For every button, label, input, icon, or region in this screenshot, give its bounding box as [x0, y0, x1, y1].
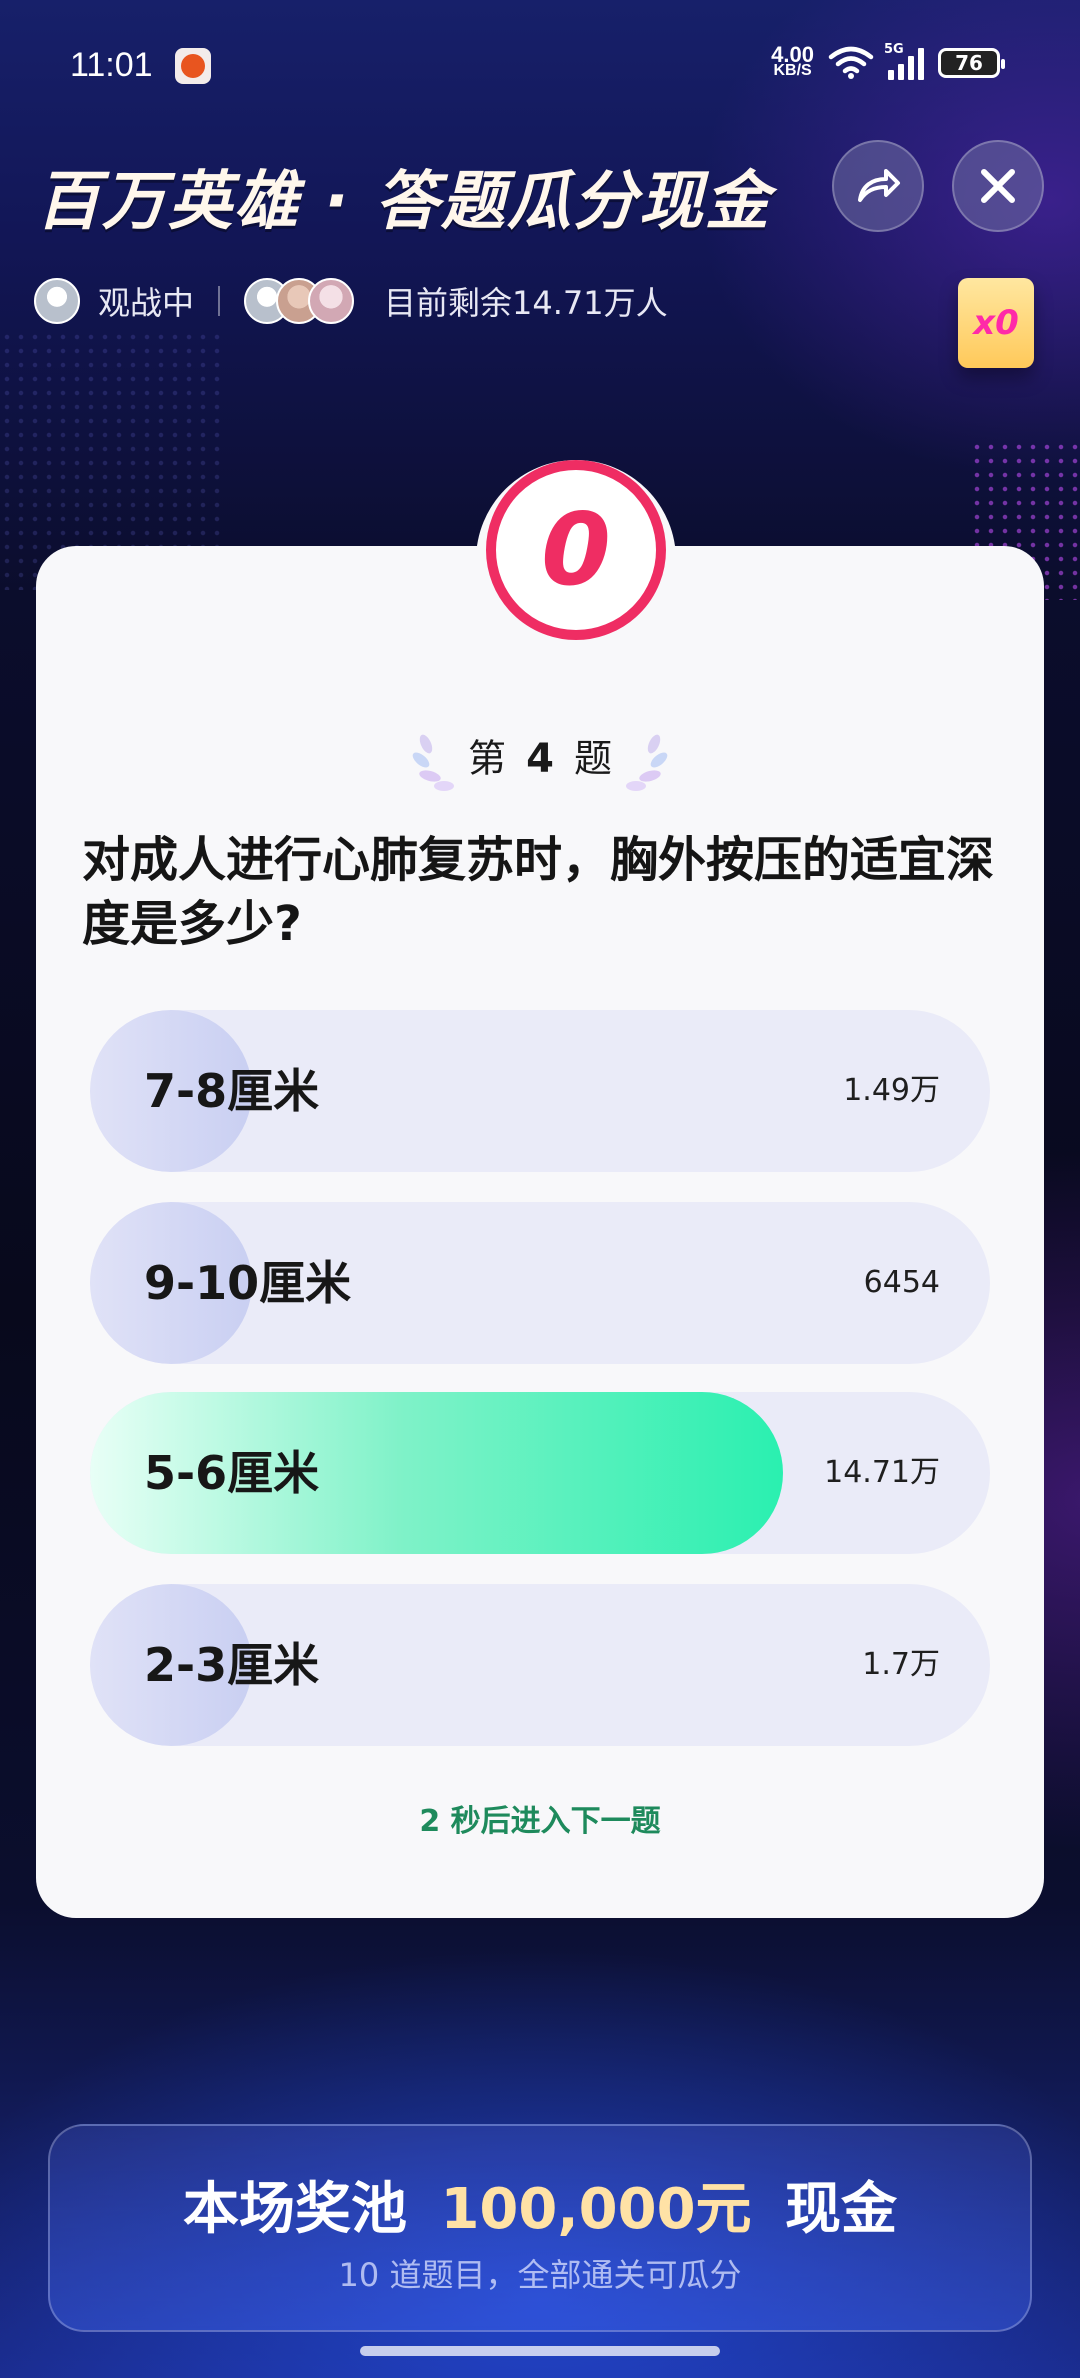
prize-pool-banner: 本场奖池 100,000元 现金 10 道题目，全部通关可瓜分 [48, 2124, 1032, 2332]
question-text: 对成人进行心肺复苏时，胸外按压的适宜深度是多少? [82, 832, 995, 952]
cellular-signal-icon: 5G [884, 42, 924, 80]
wifi-icon [828, 46, 874, 80]
answer-option[interactable]: 9-10厘米 6454 [90, 1202, 990, 1364]
prize-prefix: 本场奖池 [182, 2177, 407, 2242]
share-button[interactable] [832, 140, 924, 232]
laurel-right-icon [626, 734, 668, 791]
battery-level: 76 [955, 51, 983, 75]
next-hint-text: 秒后进入下一题 [450, 1804, 661, 1839]
network-speed-value: 4.00 [771, 42, 814, 67]
battery-icon: 76 [938, 48, 1005, 78]
status-time: 11:01 [70, 46, 153, 84]
answer-count: 1.7万 [862, 1647, 940, 1682]
question-prefix: 第 [467, 736, 506, 781]
status-indicators: 4.00 KB/S 5G 76 [771, 42, 1005, 80]
avatar [34, 278, 80, 324]
answer-label: 5-6厘米 [144, 1446, 320, 1500]
network-speed-unit: KB/S [773, 62, 812, 79]
question-number-value: 4 [526, 735, 554, 782]
close-button[interactable] [952, 140, 1044, 232]
remaining-label: 目前剩余 [384, 284, 513, 322]
answer-label: 7-8厘米 [144, 1064, 320, 1118]
page-title: 百万英雄 · 答题瓜分现金 [36, 165, 771, 239]
prize-suffix: 现金 [785, 2177, 898, 2242]
app-notification-icon [175, 48, 211, 84]
prize-subtitle: 10 道题目，全部通关可瓜分 [338, 2256, 742, 2294]
close-icon [981, 169, 1015, 203]
share-arrow-icon [858, 169, 900, 202]
answer-option-correct[interactable]: 5-6厘米 14.71万 [90, 1392, 990, 1554]
laurel-left-icon [412, 734, 454, 791]
network-speed: 4.00 KB/S [771, 42, 814, 79]
next-question-hint: 2 秒后进入下一题 [36, 1796, 1044, 1840]
remaining-unit: 人 [635, 284, 668, 322]
answer-option[interactable]: 7-8厘米 1.49万 [90, 1010, 990, 1172]
viewer-info: 观战中 目前剩余 14.71万 人 [34, 276, 668, 326]
status-bar: 11:01 4.00 KB/S 5G 76 [0, 42, 1080, 90]
answer-option[interactable]: 2-3厘米 1.7万 [90, 1584, 990, 1746]
answer-count: 14.71万 [824, 1455, 940, 1490]
prize-title: 本场奖池 100,000元 现金 [50, 2164, 1030, 2245]
home-indicator[interactable] [360, 2346, 720, 2356]
prize-amount: 100,000元 [440, 2177, 752, 2242]
avatar [308, 278, 355, 324]
remaining-count: 14.71万 [512, 284, 636, 322]
next-seconds: 2 [419, 1804, 441, 1839]
network-type: 5G [884, 42, 904, 57]
answer-count: 1.49万 [843, 1073, 940, 1108]
answer-count: 6454 [863, 1265, 940, 1300]
question-number: 第 4 题 [36, 726, 1044, 796]
participant-avatars [244, 278, 355, 324]
countdown-value: 0 [541, 491, 611, 608]
revive-card-count: x0 [973, 303, 1019, 343]
revive-card-badge[interactable]: x0 [958, 278, 1034, 368]
divider [218, 286, 221, 316]
countdown-timer: 0 [486, 460, 666, 640]
question-suffix: 题 [574, 736, 613, 781]
answer-label: 9-10厘米 [144, 1256, 352, 1310]
question-card: 0 第 4 题 对成人进行心肺复苏时，胸外按压的适宜深度是多少? 7-8厘米 1… [36, 460, 1044, 1918]
watching-label: 观战中 [98, 284, 195, 322]
answer-label: 2-3厘米 [144, 1638, 320, 1692]
